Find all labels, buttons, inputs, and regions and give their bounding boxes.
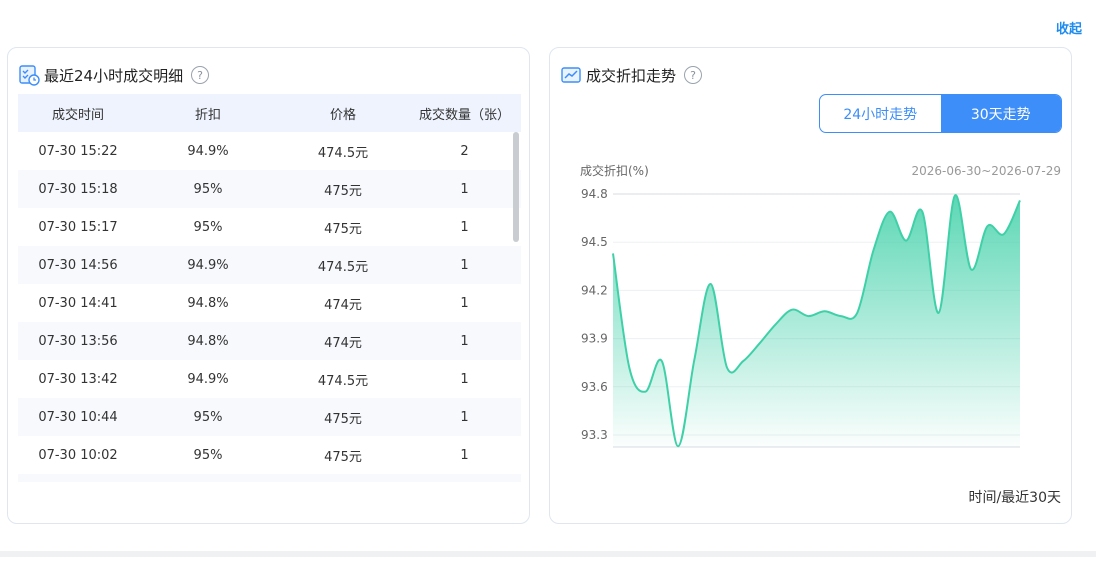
cell-time: 07-30 13:42 (38, 371, 118, 387)
table-header: 成交时间 折扣 价格 成交数量（张） (18, 94, 521, 132)
cell-price: 475元 (324, 449, 362, 465)
trade-table: 成交时间 折扣 价格 成交数量（张） 07-30 15:22 94.9% 474… (18, 94, 521, 482)
cell-price: 475元 (324, 411, 362, 427)
cell-time: 07-30 13:56 (38, 333, 118, 349)
table-row: 07-30 15:17 95% 475元 1 (18, 208, 521, 246)
cell-quantity: 1 (460, 409, 469, 425)
x-axis-caption: 时间/最近30天 (968, 490, 1061, 506)
cell-price: 474.5元 (317, 259, 369, 275)
cell-price: 474.5元 (317, 373, 369, 389)
column-header-discount: 折扣 (194, 107, 221, 123)
y-tick-label: 93.9 (581, 332, 608, 346)
cell-discount: 94.9% (187, 371, 229, 387)
cell-price: 475元 (324, 183, 362, 199)
cell-quantity: 2 (460, 143, 469, 159)
table-row: 07-30 14:41 94.8% 474元 1 (18, 284, 521, 322)
table-row: 07-30 13:56 94.8% 474元 1 (18, 322, 521, 360)
y-tick-label: 93.3 (581, 428, 608, 442)
trade-detail-card: 最近24小时成交明细 ? 成交时间 折扣 价格 成交数量（张） 07-30 15… (7, 47, 530, 524)
table-row: 07-30 13:42 94.9% 474.5元 1 (18, 360, 521, 398)
cell-price: 475元 (324, 221, 362, 237)
cell-price: 474.5元 (317, 145, 369, 161)
date-range-label: 2026-06-30~2026-07-29 (911, 164, 1061, 178)
y-tick-label: 93.6 (581, 380, 608, 394)
table-row-partial (18, 474, 521, 482)
cell-quantity: 1 (460, 181, 469, 197)
y-tick-label: 94.2 (581, 283, 608, 297)
trade-detail-header: 最近24小时成交明细 ? (18, 64, 210, 86)
cell-price: 474元 (324, 335, 362, 351)
discount-trend-card: 成交折扣走势 ? 24小时走势 30天走势 成交折扣(%) 2026-06-30… (549, 47, 1072, 524)
cell-quantity: 1 (460, 257, 469, 273)
cell-discount: 94.9% (187, 143, 229, 159)
trend-area (613, 195, 1020, 447)
table-row: 07-30 15:18 95% 475元 1 (18, 170, 521, 208)
y-tick-label: 94.5 (581, 235, 608, 249)
trade-detail-title: 最近24小时成交明细 (44, 66, 184, 85)
cell-time: 07-30 10:02 (38, 447, 118, 463)
cell-discount: 95% (193, 181, 223, 197)
y-tick-label: 94.8 (581, 187, 608, 201)
table-row: 07-30 14:56 94.9% 474.5元 1 (18, 246, 521, 284)
cell-quantity: 1 (460, 371, 469, 387)
cell-quantity: 1 (460, 447, 469, 463)
discount-trend-chart: 成交折扣(%) 2026-06-30~2026-07-29 94.8 94.5 94… (580, 163, 1061, 448)
cell-time: 07-30 15:22 (38, 143, 118, 159)
table-body: 07-30 15:22 94.9% 474.5元 2 07-30 15:18 9… (18, 132, 521, 482)
cell-discount: 94.8% (187, 295, 229, 311)
cell-quantity: 1 (460, 333, 469, 349)
table-scrollbar[interactable] (513, 132, 519, 242)
help-icon[interactable]: ? (191, 66, 210, 84)
y-axis-label: 成交折扣(%) (580, 163, 649, 178)
cell-time: 07-30 15:17 (38, 219, 118, 235)
cell-discount: 94.8% (187, 333, 229, 349)
collapse-link[interactable]: 收起 (1056, 18, 1082, 37)
column-header-price: 价格 (329, 107, 356, 123)
cell-time: 07-30 14:41 (38, 295, 118, 311)
cell-quantity: 1 (460, 219, 469, 235)
cell-price: 474元 (324, 297, 362, 313)
table-row: 07-30 15:22 94.9% 474.5元 2 (18, 132, 521, 170)
table-row: 07-30 10:44 95% 475元 1 (18, 398, 521, 436)
cell-time: 07-30 14:56 (38, 257, 118, 273)
table-row: 07-30 10:02 95% 475元 1 (18, 436, 521, 474)
cell-discount: 95% (193, 219, 223, 235)
cell-discount: 95% (193, 409, 223, 425)
cell-time: 07-30 10:44 (38, 409, 118, 425)
cell-discount: 95% (193, 447, 223, 463)
bottom-divider (0, 551, 1096, 557)
column-header-time: 成交时间 (51, 107, 104, 123)
cell-quantity: 1 (460, 295, 469, 311)
cell-time: 07-30 15:18 (38, 181, 118, 197)
column-header-quantity: 成交数量（张） (418, 107, 510, 123)
trade-list-icon (19, 65, 40, 86)
cell-discount: 94.9% (187, 257, 229, 273)
